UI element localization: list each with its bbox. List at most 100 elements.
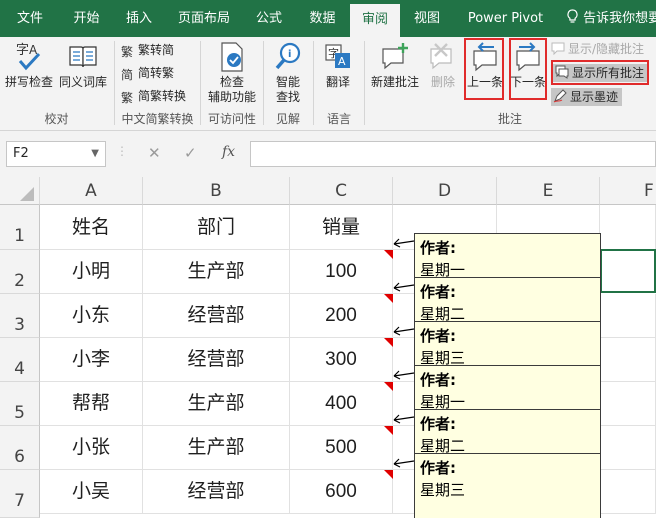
table-cell[interactable]: 小李	[40, 338, 143, 382]
table-cell[interactable]: 生产部	[143, 250, 290, 294]
column-header-a[interactable]: A	[40, 177, 143, 205]
lightbulb-icon	[567, 9, 578, 23]
row-header-4[interactable]: 4	[0, 338, 40, 382]
accessibility-icon	[221, 42, 243, 72]
more-dots-icon: ⋮	[116, 144, 128, 158]
row-header-6[interactable]: 6	[0, 426, 40, 470]
row-header-1[interactable]: 1	[0, 205, 40, 250]
tab-data[interactable]: 数据	[295, 0, 350, 37]
column-header-e[interactable]: E	[497, 177, 600, 205]
show-ink-button[interactable]: 显示墨迹	[551, 88, 623, 106]
table-cell[interactable]: 小东	[40, 294, 143, 338]
table-cell[interactable]	[600, 205, 656, 250]
comment-box[interactable]: 作者: 星期二	[414, 277, 601, 323]
comment-arrow	[393, 458, 415, 468]
row-header-2[interactable]: 2	[0, 250, 40, 294]
translate-button[interactable]: 字A 翻译	[318, 41, 358, 90]
insert-function-icon[interactable]: fx	[222, 144, 235, 160]
tell-me-box[interactable]: 告诉我你想要	[566, 0, 656, 37]
chevron-down-icon[interactable]: ▼	[91, 142, 99, 166]
column-header-f[interactable]: F	[600, 177, 656, 205]
translate-icon: 字A	[325, 44, 350, 68]
table-cell[interactable]: 小明	[40, 250, 143, 294]
table-cell[interactable]	[600, 426, 656, 470]
smart-lookup-button[interactable]: i 智能 查找	[266, 41, 310, 105]
table-cell[interactable]: 小张	[40, 426, 143, 470]
comment-arrow	[393, 282, 415, 292]
magnifier-icon: i	[275, 42, 301, 70]
row-header-7[interactable]: 7	[0, 470, 40, 518]
formula-input[interactable]	[250, 141, 656, 167]
spell-check-button[interactable]: 字A 拼写检查	[3, 41, 55, 90]
comment-arrow	[393, 238, 415, 248]
name-box-value: F2	[13, 146, 29, 161]
table-cell[interactable]: 部门	[143, 205, 290, 250]
row-header-5[interactable]: 5	[0, 382, 40, 426]
enter-icon[interactable]: ✓	[184, 144, 197, 162]
table-cell[interactable]: 经营部	[143, 470, 290, 514]
next-highlight-box	[509, 38, 547, 100]
table-cell[interactable]: 帮帮	[40, 382, 143, 426]
convert-button[interactable]: 繁简繁转换	[121, 88, 186, 105]
comment-box[interactable]: 作者: 星期一	[414, 233, 601, 279]
convert-char-icon: 繁	[121, 91, 134, 105]
group-label-accessibility: 可访问性	[207, 112, 256, 126]
tell-me-text: 告诉我你想要	[583, 11, 656, 26]
table-cell[interactable]: 300	[290, 338, 393, 382]
select-all-triangle-icon	[20, 187, 34, 201]
check-accessibility-button[interactable]: 检查 辅助功能	[204, 41, 260, 105]
row-header-3[interactable]: 3	[0, 294, 40, 338]
comment-box[interactable]: 作者: 星期二	[414, 409, 601, 455]
worksheet-grid: A B C D E F 1 2 3 4 5 6 7 姓名 部门 销量 小明 生产…	[0, 177, 656, 518]
column-header-c[interactable]: C	[290, 177, 393, 205]
table-cell[interactable]: 500	[290, 426, 393, 470]
table-cell[interactable]: 经营部	[143, 294, 290, 338]
tab-view[interactable]: 视图	[400, 0, 454, 37]
select-all-corner[interactable]	[0, 177, 40, 205]
tab-power-pivot[interactable]: Power Pivot	[454, 0, 557, 37]
tab-file[interactable]: 文件	[0, 0, 60, 37]
table-cell[interactable]: 姓名	[40, 205, 143, 250]
svg-text:A: A	[338, 55, 346, 68]
show-hide-comment-icon	[551, 42, 565, 55]
svg-text:i: i	[288, 49, 291, 60]
table-cell[interactable]: 400	[290, 382, 393, 426]
comment-box[interactable]: 作者: 星期一	[414, 365, 601, 411]
table-cell[interactable]: 200	[290, 294, 393, 338]
tab-review[interactable]: 审阅	[350, 4, 400, 37]
comment-arrow	[393, 414, 415, 424]
show-hide-comment-button[interactable]: 显示/隐藏批注	[551, 41, 644, 57]
delete-comment-button[interactable]: 删除	[424, 41, 462, 90]
table-cell[interactable]: 600	[290, 470, 393, 514]
column-header-d[interactable]: D	[393, 177, 497, 205]
table-cell[interactable]: 100	[290, 250, 393, 294]
group-label-insights: 见解	[275, 112, 300, 126]
tab-home[interactable]: 开始	[60, 0, 113, 37]
to-simplified-button[interactable]: 简简转繁	[121, 65, 174, 82]
tab-page-layout[interactable]: 页面布局	[165, 0, 243, 37]
active-cell-f2[interactable]	[600, 249, 656, 293]
table-cell[interactable]	[600, 470, 656, 514]
tab-formulas[interactable]: 公式	[243, 0, 295, 37]
table-cell[interactable]	[600, 338, 656, 382]
cancel-icon[interactable]: ✕	[148, 144, 161, 162]
column-header-b[interactable]: B	[143, 177, 290, 205]
ribbon-review: 字A 拼写检查 同义词库 校对 繁繁转简 简简转繁 繁简繁转换 中文简繁转换 检…	[0, 37, 656, 131]
table-cell[interactable]: 生产部	[143, 426, 290, 470]
table-cell[interactable]	[600, 382, 656, 426]
excel-window: 文件 开始 插入 页面布局 公式 数据 审阅 视图 Power Pivot 告诉…	[0, 0, 656, 518]
delete-comment-icon	[430, 43, 452, 70]
table-cell[interactable]	[600, 294, 656, 338]
comment-box[interactable]: 作者: 星期三	[414, 453, 601, 518]
table-cell[interactable]: 销量	[290, 205, 393, 250]
tab-insert[interactable]: 插入	[113, 0, 165, 37]
to-traditional-button[interactable]: 繁繁转简	[121, 42, 174, 59]
group-label-language: 语言	[326, 112, 351, 126]
thesaurus-button[interactable]: 同义词库	[57, 41, 109, 90]
table-cell[interactable]: 小吴	[40, 470, 143, 514]
comment-box[interactable]: 作者: 星期三	[414, 321, 601, 367]
table-cell[interactable]: 生产部	[143, 382, 290, 426]
name-box[interactable]: F2 ▼	[6, 141, 106, 167]
new-comment-button[interactable]: 新建批注	[368, 41, 422, 90]
table-cell[interactable]: 经营部	[143, 338, 290, 382]
